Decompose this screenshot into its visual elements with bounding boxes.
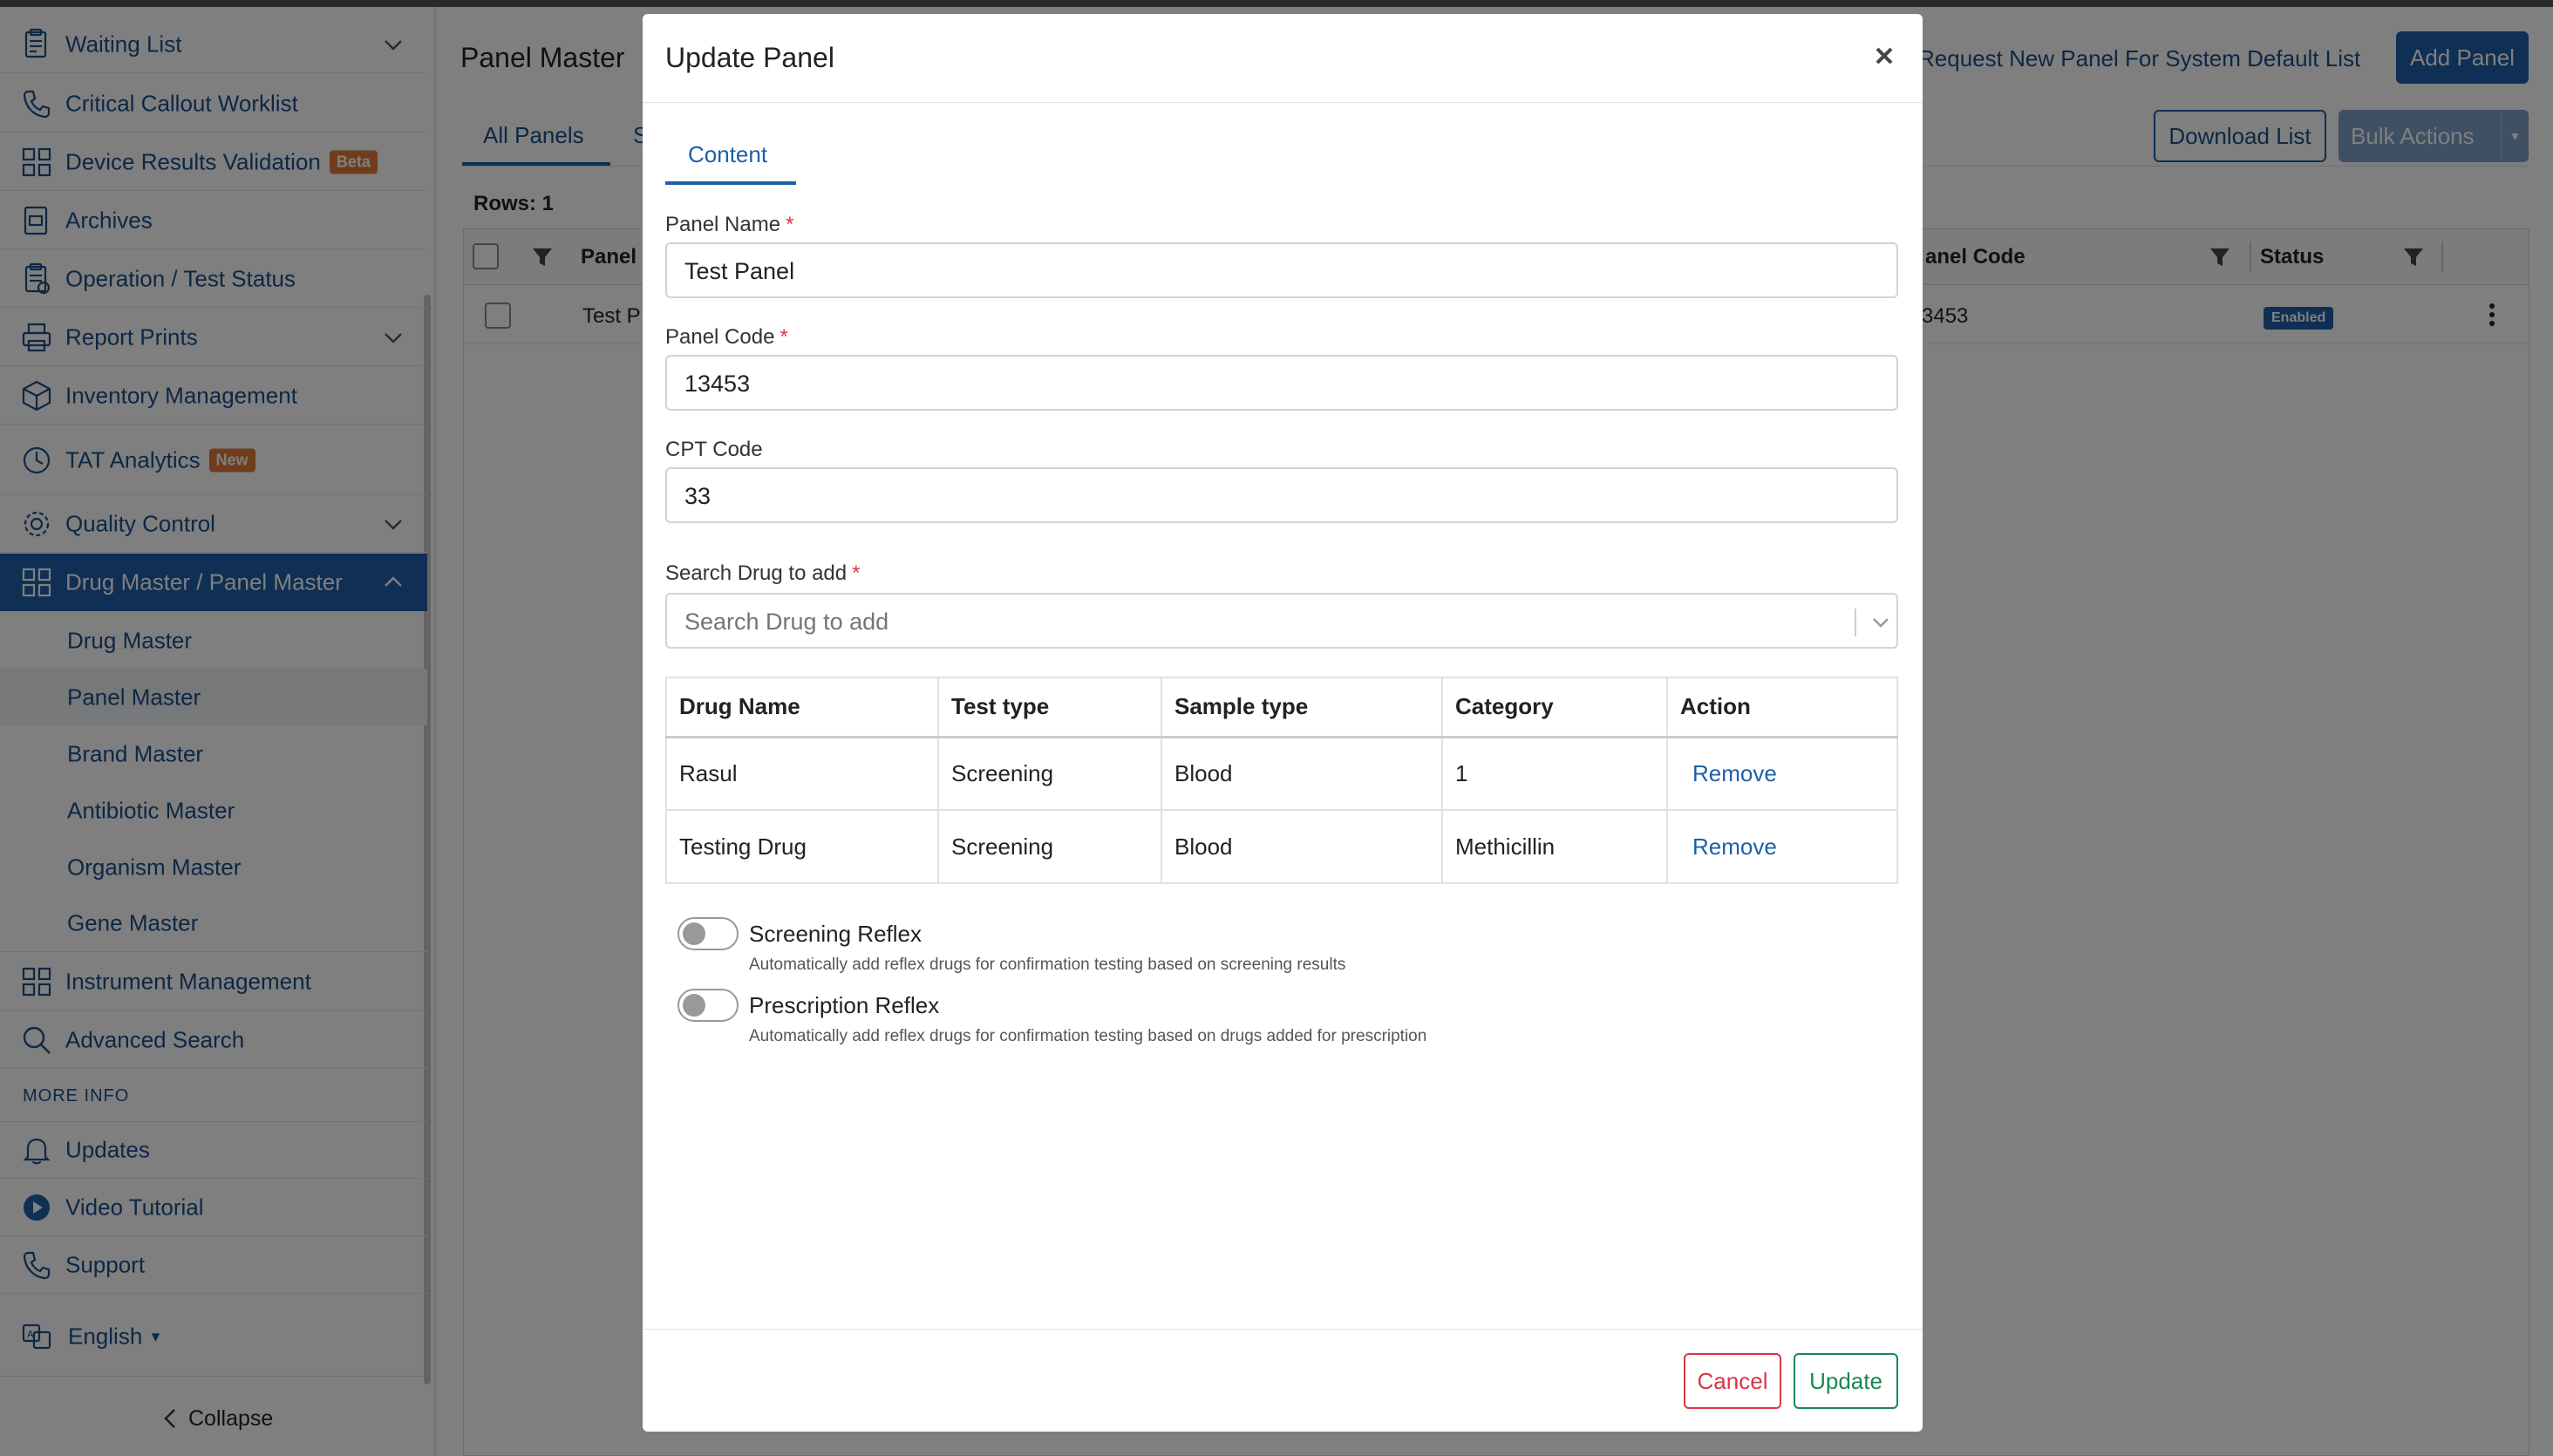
label-text: Panel Name: [665, 213, 781, 236]
table-header-row: Drug Name Test type Sample type Category…: [665, 677, 1898, 738]
cell-test-type: Screening: [937, 736, 1162, 811]
search-drug-placeholder: Search Drug to add: [684, 609, 889, 635]
cell-drug-name: Rasul: [665, 736, 939, 811]
table-row: Testing Drug Screening Blood Methicillin…: [665, 809, 1898, 884]
prescription-reflex-help: Automatically add reflex drugs for confi…: [749, 1027, 1427, 1045]
cell-category: 1: [1441, 736, 1668, 811]
col-header-action: Action: [1666, 677, 1898, 738]
tab-content[interactable]: Content: [688, 141, 767, 168]
update-button[interactable]: Update: [1794, 1353, 1898, 1409]
search-drug-label: Search Drug to add *: [665, 561, 860, 586]
col-header-test-type: Test type: [937, 677, 1162, 738]
toggle-knob: [683, 994, 705, 1017]
cpt-code-input[interactable]: 33: [665, 467, 1898, 523]
modal-footer-divider: [643, 1329, 1923, 1330]
cell-sample-type: Blood: [1161, 809, 1443, 884]
cpt-code-label: CPT Code: [665, 438, 763, 462]
input-value: 13453: [684, 371, 751, 397]
close-button[interactable]: [1869, 40, 1900, 71]
remove-link[interactable]: Remove: [1666, 809, 1898, 884]
screening-reflex-toggle[interactable]: [677, 917, 739, 950]
cancel-button[interactable]: Cancel: [1684, 1353, 1781, 1409]
prescription-reflex-label: Prescription Reflex: [749, 992, 940, 1018]
chevron-down-icon[interactable]: [1869, 610, 1893, 635]
panel-name-input[interactable]: Test Panel: [665, 242, 1898, 298]
panel-code-label: Panel Code *: [665, 325, 788, 350]
required-mark: *: [780, 325, 788, 349]
close-icon: [1876, 47, 1893, 65]
label-text: CPT Code: [665, 438, 763, 461]
table-row: Rasul Screening Blood 1 Remove: [665, 736, 1898, 811]
tab-active-indicator: [665, 181, 796, 185]
required-mark: *: [786, 213, 794, 236]
prescription-reflex-toggle[interactable]: [677, 989, 739, 1022]
update-panel-modal: Update Panel Content Panel Name * Test Pa…: [643, 14, 1923, 1432]
cell-sample-type: Blood: [1161, 736, 1443, 811]
toggle-knob: [683, 922, 705, 945]
select-separator: [1855, 609, 1856, 636]
label-text: Panel Code: [665, 325, 775, 349]
col-header-category: Category: [1441, 677, 1668, 738]
input-value: 33: [684, 483, 711, 509]
modal-header-divider: [643, 102, 1923, 103]
required-mark: *: [852, 561, 861, 585]
panel-name-label: Panel Name *: [665, 213, 793, 237]
remove-link[interactable]: Remove: [1666, 736, 1898, 811]
modal-title: Update Panel: [665, 42, 834, 73]
col-header-sample-type: Sample type: [1161, 677, 1443, 738]
label-text: Search Drug to add: [665, 561, 848, 585]
input-value: Test Panel: [684, 258, 795, 284]
drugs-table: Drug Name Test type Sample type Category…: [665, 677, 1898, 884]
search-drug-select[interactable]: Search Drug to add: [665, 593, 1898, 649]
cell-test-type: Screening: [937, 809, 1162, 884]
panel-code-input[interactable]: 13453: [665, 355, 1898, 411]
cell-drug-name: Testing Drug: [665, 809, 939, 884]
col-header-drug-name: Drug Name: [665, 677, 939, 738]
screening-reflex-help: Automatically add reflex drugs for confi…: [749, 956, 1346, 974]
screening-reflex-label: Screening Reflex: [749, 921, 922, 947]
cell-category: Methicillin: [1441, 809, 1668, 884]
